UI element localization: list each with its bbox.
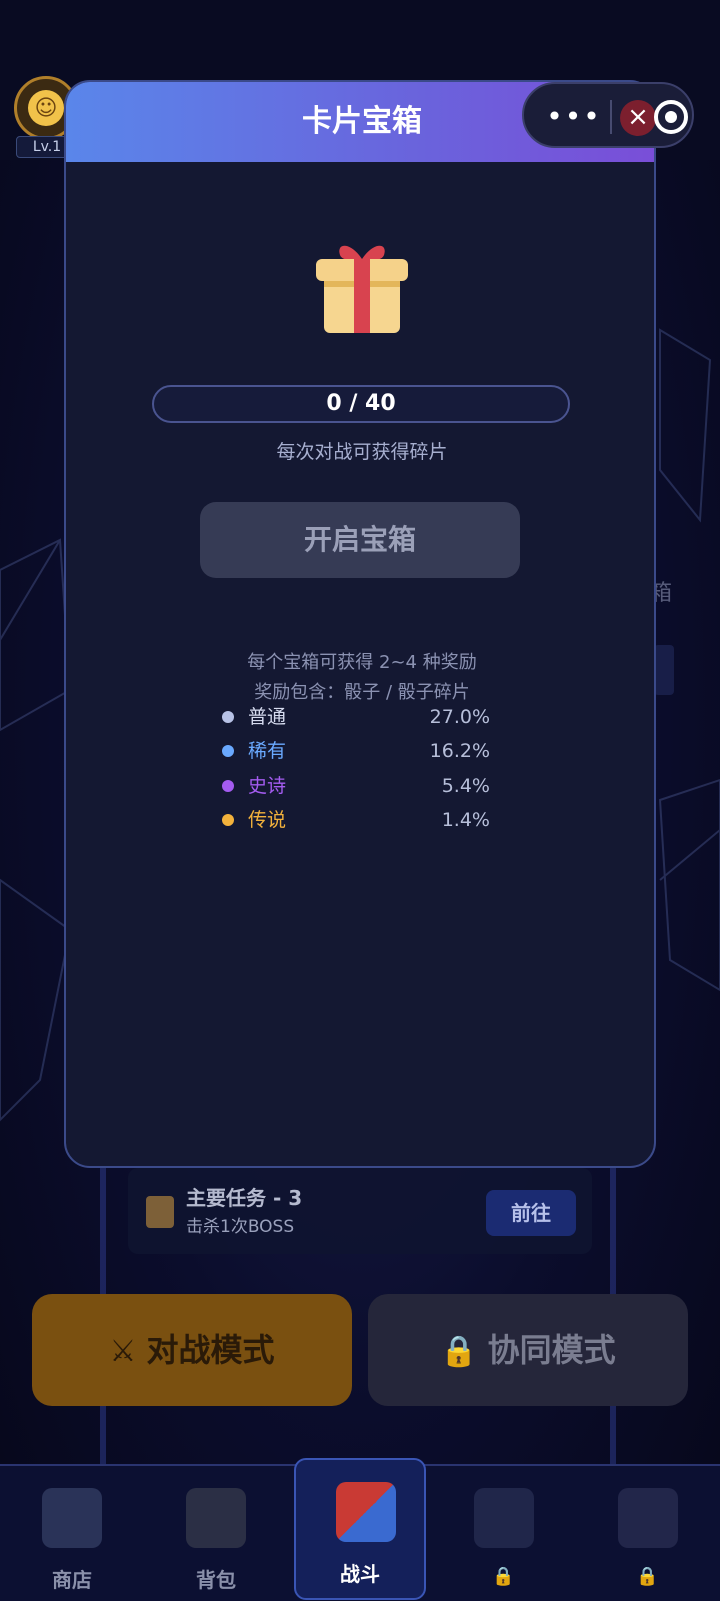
lock-icon: 🔒 bbox=[440, 1334, 478, 1369]
tab-label: 背包 bbox=[196, 1568, 236, 1592]
bottom-tab-bar: 商店 背包 战斗 🔒 🔒 bbox=[0, 1458, 720, 1601]
wizard-dice-icon bbox=[474, 1488, 534, 1548]
battle-dice-icon bbox=[336, 1482, 396, 1542]
quest-subtitle: 击杀1次BOSS bbox=[186, 1217, 295, 1237]
tab-battle[interactable]: 战斗 bbox=[294, 1458, 426, 1600]
rarity-row-common: 普通 27.0% bbox=[222, 703, 490, 733]
rarity-name: 史诗 bbox=[248, 775, 287, 797]
coop-mode-label: 协同模式 bbox=[487, 1331, 616, 1369]
rarity-row-epic: 史诗 5.4% bbox=[222, 772, 490, 802]
dice-group-icon bbox=[618, 1488, 678, 1548]
rarity-percent: 16.2% bbox=[429, 740, 490, 762]
rarity-dot bbox=[222, 711, 234, 723]
scroll-icon bbox=[146, 1196, 174, 1228]
progress-text: 0 / 40 bbox=[326, 391, 396, 416]
card-chest-modal: 卡片宝箱 0 / 40 每次对战可获得碎片 开启宝箱 每个宝箱可获得 2~4 种… bbox=[64, 80, 656, 1168]
tab-shop[interactable]: 商店 bbox=[2, 1466, 142, 1601]
rarity-dot bbox=[222, 814, 234, 826]
more-options-icon[interactable]: ••• bbox=[546, 100, 602, 133]
backpack-icon bbox=[186, 1488, 246, 1548]
rarity-name: 传说 bbox=[248, 809, 287, 831]
rarity-dot bbox=[222, 745, 234, 757]
exit-target-icon[interactable] bbox=[654, 100, 688, 134]
tab-label: 商店 bbox=[52, 1568, 92, 1592]
tab-label: 战斗 bbox=[340, 1562, 380, 1586]
main-quest-panel: 主要任务 - 3 击杀1次BOSS 前往 bbox=[128, 1168, 592, 1254]
battle-mode-button[interactable]: ⚔ 对战模式 bbox=[32, 1294, 352, 1406]
crossed-swords-icon: ⚔ bbox=[109, 1334, 137, 1369]
rarity-percent: 27.0% bbox=[429, 706, 490, 728]
open-chest-button[interactable]: 开启宝箱 bbox=[200, 502, 520, 578]
capsule-divider bbox=[610, 100, 612, 134]
reward-contents-info: 奖励包含：骰子 / 骰子碎片 bbox=[254, 682, 470, 703]
coop-mode-button[interactable]: 🔒 协同模式 bbox=[368, 1294, 688, 1406]
shop-dice-icon bbox=[42, 1488, 102, 1548]
quest-title: 主要任务 - 3 bbox=[186, 1186, 303, 1210]
quest-goto-button[interactable]: 前往 bbox=[486, 1190, 576, 1236]
miniprogram-capsule: ••• × bbox=[522, 82, 694, 148]
lock-icon: 🔒 bbox=[636, 1566, 659, 1587]
rarity-row-legendary: 传说 1.4% bbox=[222, 806, 490, 836]
reward-count-info: 每个宝箱可获得 2~4 种奖励 bbox=[247, 652, 477, 673]
gift-box-icon bbox=[316, 245, 408, 333]
battle-mode-label: 对战模式 bbox=[146, 1331, 275, 1369]
tab-locked-1[interactable]: 🔒 bbox=[434, 1466, 574, 1601]
partial-background-card bbox=[654, 645, 674, 695]
rarity-name: 稀有 bbox=[248, 740, 287, 762]
shard-hint-text: 每次对战可获得碎片 bbox=[276, 441, 448, 463]
rarity-percent: 5.4% bbox=[441, 775, 490, 797]
close-icon[interactable]: × bbox=[620, 100, 656, 136]
tab-locked-2[interactable]: 🔒 bbox=[578, 1466, 718, 1601]
lock-icon: 🔒 bbox=[492, 1566, 515, 1587]
rarity-row-rare: 稀有 16.2% bbox=[222, 737, 490, 767]
rarity-dot bbox=[222, 780, 234, 792]
rarity-percent: 1.4% bbox=[441, 809, 490, 831]
rarity-name: 普通 bbox=[248, 706, 287, 728]
smiley-face-icon: ☺ bbox=[28, 90, 64, 126]
tab-bag[interactable]: 背包 bbox=[146, 1466, 286, 1601]
shard-progress-bar: 0 / 40 bbox=[152, 385, 570, 423]
